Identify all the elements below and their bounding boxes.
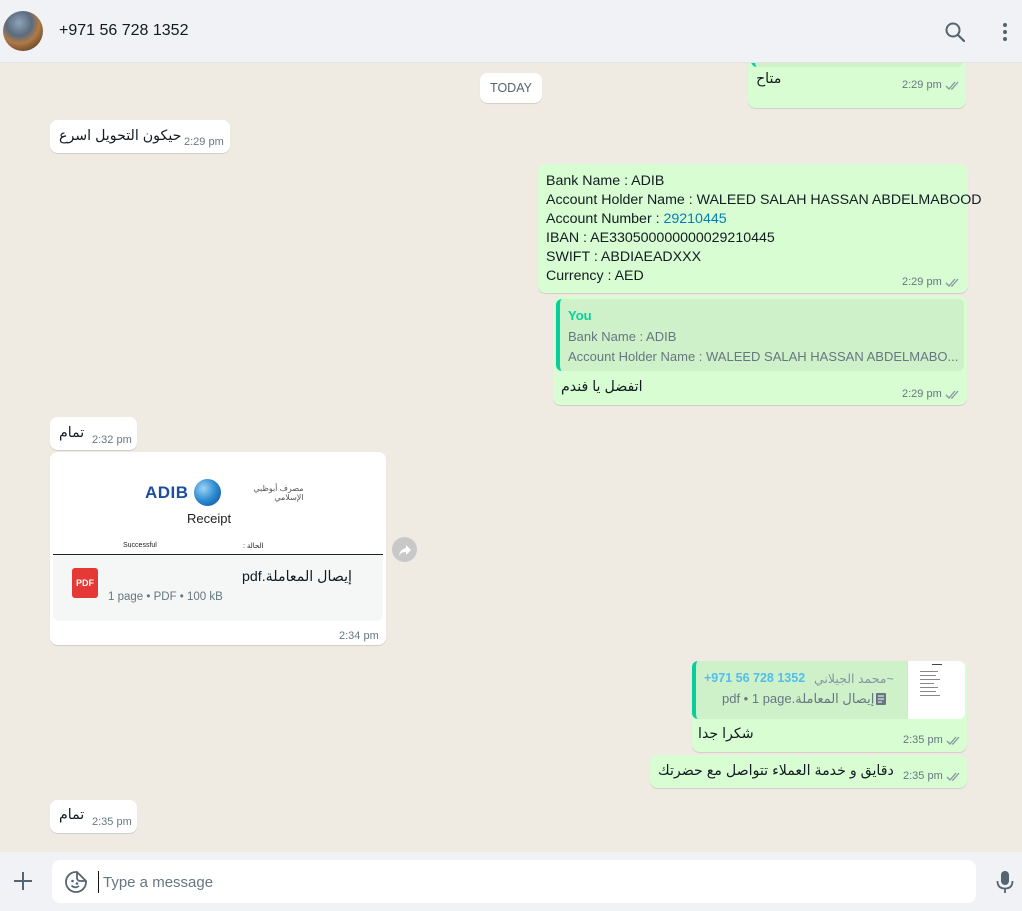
message-text: اتفضل يا فندم [561,379,643,395]
menu-icon[interactable] [993,20,1017,44]
document-preview[interactable]: ADIB مصرف أبوظبي الإسلامي Receipt Succes… [53,455,383,555]
contact-name[interactable]: +971 56 728 1352 [59,22,188,40]
read-ticks-icon [946,772,960,781]
read-ticks-icon [945,81,959,90]
message-time: 2:29 pm [184,136,224,148]
message-bubble-outgoing[interactable]: دقايق و خدمة العملاء تتواصل مع حضرتك 2:3… [650,755,967,788]
message-bubble-outgoing[interactable]: متاح 2:29 pm [748,63,966,108]
adib-logo: ADIB مصرف أبوظبي الإسلامي [145,479,304,506]
quote-file-text: إيصال المعاملة.pdf • 1 page [722,691,875,706]
globe-icon [193,479,221,506]
quote-file-line: إيصال المعاملة.pdf • 1 page [722,691,887,707]
document-info[interactable]: PDF إيصال المعاملة.pdf 1 page • PDF • 10… [53,555,383,621]
message-time: 2:35 pm [92,816,132,828]
pdf-file-icon: PDF [72,568,98,598]
message-text: تمام [59,807,85,823]
message-bubble-incoming[interactable]: حيكون التحويل اسرع 2:29 pm [50,120,230,153]
quoted-message[interactable] [751,63,963,67]
microphone-icon[interactable] [993,869,1017,895]
adib-arabic-text: مصرف أبوظبي الإسلامي [253,483,304,502]
receipt-title: Receipt [187,511,232,526]
status-label: الحالة : [243,543,264,550]
message-bubble-outgoing[interactable]: ~محمد الجيلاني +971 56 728 1352 إيصال ال… [692,661,967,752]
message-meta: 2:35 pm [903,770,962,782]
date-separator: TODAY [480,73,542,103]
message-meta: 2:29 pm [902,79,961,91]
status-value: Successful [123,542,157,549]
read-ticks-icon [945,390,959,399]
sticker-icon[interactable] [64,870,88,894]
message-meta: 2:35 pm [903,734,962,746]
message-bubble-outgoing[interactable]: Bank Name : ADIB Account Holder Name : W… [538,164,982,293]
message-bubble-outgoing[interactable]: You Bank Name : ADIB Account Holder Name… [553,296,967,405]
quote-text: Bank Name : ADIB [568,329,677,344]
plus-icon[interactable] [11,869,35,893]
account-number-label: Account Number : [546,211,664,227]
message-time: 2:35 pm [903,734,943,746]
message-text: تمام [59,425,85,441]
message-time: 2:32 pm [92,434,132,446]
forward-button[interactable] [392,537,417,562]
document-message[interactable]: ADIB مصرف أبوظبي الإسلامي Receipt Succes… [50,452,386,645]
quote-author: You [568,308,592,323]
bank-details-text: Bank Name : ADIB Account Holder Name : W… [546,172,982,286]
quoted-document[interactable]: ~محمد الجيلاني +971 56 728 1352 إيصال ال… [692,661,965,719]
quote-author-name: ~محمد الجيلاني [814,672,894,686]
account-holder-line: Account Holder Name : WALEED SALAH HASSA… [546,192,982,208]
forward-icon [398,544,411,556]
message-text: حيكون التحويل اسرع [59,128,182,144]
message-bubble-incoming[interactable]: تمام 2:32 pm [50,417,137,450]
chat-header: +971 56 728 1352 [0,0,1022,63]
message-meta: 2:29 pm [902,388,961,400]
adib-brand-text: ADIB [145,482,189,502]
message-bubble-incoming[interactable]: تمام 2:35 pm [50,800,137,833]
document-thumbnail [907,661,965,719]
message-text: متاح [756,71,782,87]
message-meta: 2:29 pm [902,276,961,288]
message-time: 2:29 pm [902,79,942,91]
search-icon[interactable] [943,20,967,44]
message-time: 2:29 pm [902,388,942,400]
message-time: 2:34 pm [339,630,379,642]
message-input-container[interactable] [52,860,976,903]
message-text: شكرا جدا [698,726,754,742]
message-time: 2:35 pm [903,770,943,782]
quote-author-phone: +971 56 728 1352 [704,671,806,685]
document-meta: 1 page • PDF • 100 kB [108,591,223,603]
message-input[interactable] [98,871,958,893]
document-icon [876,693,887,705]
message-list[interactable]: متاح 2:29 pm TODAY حيكون التحويل اسرع 2:… [0,63,1022,852]
composer-bar [0,852,1022,911]
quote-text: Account Holder Name : WALEED SALAH HASSA… [568,349,959,364]
document-name: إيصال المعاملة.pdf [242,569,352,585]
message-time: 2:29 pm [902,276,942,288]
swift-line: SWIFT : ABDIAEADXXX [546,249,702,265]
read-ticks-icon [945,278,959,287]
read-ticks-icon [946,736,960,745]
contact-avatar[interactable] [3,11,43,51]
message-text: دقايق و خدمة العملاء تتواصل مع حضرتك [658,763,894,779]
iban-line: IBAN : AE330500000000029210445 [546,230,775,246]
account-number-link[interactable]: 29210445 [664,211,727,227]
quoted-message[interactable]: You Bank Name : ADIB Account Holder Name… [556,299,964,371]
bank-name-line: Bank Name : ADIB [546,173,665,189]
account-number-line: Account Number : 29210445 [546,210,982,229]
